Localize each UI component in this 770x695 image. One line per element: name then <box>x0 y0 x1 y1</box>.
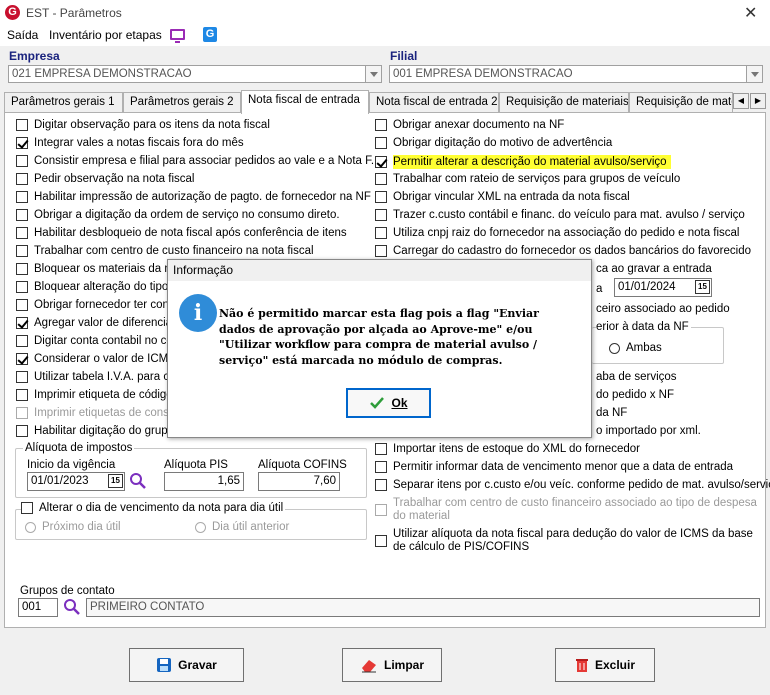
partial-pedido-nf: do pedido x NF <box>596 389 674 401</box>
impostos-title: Alíquota de impostos <box>23 442 135 454</box>
check-obrigar-anexar[interactable]: Obrigar anexar documento na NF <box>375 119 564 131</box>
check-obrigar-os[interactable]: Obrigar a digitação da ordem de serviço … <box>16 209 340 221</box>
check-icon <box>370 397 385 409</box>
window-title: EST - Parâmetros <box>26 6 122 20</box>
check-agregar-valor[interactable]: Agregar valor de diferencial d <box>16 317 184 329</box>
partial-da-nf: da NF <box>596 407 628 419</box>
check-imprimir-etiquetas-consumo: Imprimir etiquetas de consum <box>16 407 185 419</box>
cofins-input[interactable]: 7,60 <box>258 472 340 491</box>
empresa-select[interactable]: 021 EMPRESA DEMONSTRACAO <box>8 65 382 83</box>
check-considerar-icms[interactable]: Considerar o valor de ICMS d <box>16 353 185 365</box>
partial-aba-servicos: aba de serviços <box>596 371 677 383</box>
check-imprimir-etiqueta[interactable]: Imprimir etiqueta de código d <box>16 389 182 401</box>
partial-a: a <box>596 283 603 295</box>
check-bloquear-alteracao[interactable]: Bloquear alteração do tipo de <box>16 281 184 293</box>
check-vincular-xml[interactable]: Obrigar vincular XML na entrada da nota … <box>375 191 630 203</box>
filial-select[interactable]: 001 EMPRESA DEMONSTRACAO <box>389 65 763 83</box>
tab-requisicao-materiais[interactable]: Requisição de materiais <box>499 92 629 113</box>
contato-code-input[interactable]: 001 <box>18 598 58 617</box>
pis-input[interactable]: 1,65 <box>164 472 244 491</box>
calendar-icon[interactable]: 15 <box>695 280 710 294</box>
check-motivo-advertencia[interactable]: Obrigar digitação do motivo de advertênc… <box>375 137 612 149</box>
eraser-icon <box>361 660 376 673</box>
monitor-icon[interactable] <box>170 29 185 43</box>
check-aliquota-icms[interactable]: Utilizar alíquota da nota fiscal para de… <box>375 528 760 554</box>
check-permitir-alterar-descricao[interactable]: Permitir alterar a descrição do material… <box>375 155 671 169</box>
check-pedir-obs[interactable]: Pedir observação na nota fiscal <box>16 173 194 185</box>
cofins-label: Alíquota COFINS <box>258 459 347 471</box>
chevron-down-icon[interactable] <box>746 66 762 82</box>
check-separar-itens[interactable]: Separar itens por c.custo e/ou veíc. con… <box>375 479 770 491</box>
check-cnpj-raiz[interactable]: Utiliza cnpj raiz do fornecedor na assoc… <box>375 227 739 239</box>
check-trazer-ccusto[interactable]: Trazer c.custo contábil e financ. do veí… <box>375 209 745 221</box>
limpar-button[interactable]: Limpar <box>342 648 442 682</box>
menu-inventario[interactable]: Inventário por etapas <box>49 28 162 42</box>
check-rateio-servicos[interactable]: Trabalhar com rateio de serviços para gr… <box>375 173 680 185</box>
empresa-label: Empresa <box>9 49 60 63</box>
check-habilitar-desbloqueio[interactable]: Habilitar desbloqueio de nota fiscal apó… <box>16 227 347 239</box>
ok-button[interactable]: Ok <box>346 388 431 418</box>
partial-importado-xml: o importado por xml. <box>596 425 701 437</box>
radio-ambas[interactable]: Ambas <box>609 342 662 354</box>
partial-anterior-data-nf: erior à data da NF <box>596 321 691 333</box>
radio-proximo-dia-util: Próximo dia útil <box>25 521 121 533</box>
tab-nota-fiscal-entrada[interactable]: Nota fiscal de entrada <box>241 90 369 114</box>
save-icon <box>157 658 172 672</box>
check-bloquear-materiais[interactable]: Bloquear os materiais da nota <box>16 263 187 275</box>
check-consistir-empresa[interactable]: Consistir empresa e filial para associar… <box>16 155 374 167</box>
check-digitar-obs-itens[interactable]: Digitar observação para os itens da nota… <box>16 119 270 131</box>
dialog-message: Não é permitido marcar esta flag pois a … <box>219 307 539 367</box>
gravar-button[interactable]: Gravar <box>129 648 244 682</box>
check-habilitar-impressao[interactable]: Habilitar impressão de autorização de pa… <box>16 191 371 203</box>
g-logo-icon[interactable]: G <box>203 27 217 42</box>
search-icon[interactable] <box>63 598 81 616</box>
check-centro-custo-despesa: Trabalhar com centro de custo financeiro… <box>375 497 760 523</box>
radio-dia-util-anterior: Dia útil anterior <box>195 521 289 533</box>
close-icon[interactable]: ✕ <box>744 3 757 23</box>
check-centro-custo-fin[interactable]: Trabalhar com centro de custo financeiro… <box>16 245 314 257</box>
menu-saida[interactable]: Saída <box>7 28 38 42</box>
check-obrigar-fornecedor[interactable]: Obrigar fornecedor ter contra <box>16 299 182 311</box>
filial-label: Filial <box>390 49 418 63</box>
dialog-title: Informação <box>168 260 591 281</box>
app-logo-icon: G <box>5 5 20 20</box>
tab-parametros-gerais-1[interactable]: Parâmetros gerais 1 <box>4 92 123 113</box>
vigencia-label: Inicio da vigência <box>27 459 116 471</box>
pis-label: Alíquota PIS <box>164 459 228 471</box>
filial-value: 001 EMPRESA DEMONSTRACAO <box>393 68 573 80</box>
chevron-down-icon[interactable] <box>365 66 381 82</box>
calendar-icon[interactable]: 15 <box>108 474 123 488</box>
trash-icon <box>575 659 588 672</box>
tab-requisicao-materiais-2[interactable]: Requisição de materiais <box>629 92 733 113</box>
check-dados-bancarios[interactable]: Carregar do cadastro do fornecedor os da… <box>375 245 751 257</box>
title-bar: G EST - Parâmetros ✕ <box>0 0 770 26</box>
check-habilitar-grupo[interactable]: Habilitar digitação do grupo d <box>16 425 184 437</box>
info-dialog: Informação i Não é permitido marcar esta… <box>167 259 592 438</box>
excluir-button[interactable]: Excluir <box>555 648 655 682</box>
check-vencimento-dia-util[interactable]: Alterar o dia de vencimento da nota para… <box>21 502 286 514</box>
tab-scroll-right-icon[interactable]: ▶ <box>750 93 766 109</box>
check-tabela-iva[interactable]: Utilizar tabela I.V.A. para calc <box>16 371 184 383</box>
info-icon: i <box>179 294 217 332</box>
check-conta-contabil[interactable]: Digitar conta contabil no centr <box>16 335 186 347</box>
check-integrar-vales[interactable]: Integrar vales a notas fiscais fora do m… <box>16 137 244 149</box>
check-importar-itens-xml[interactable]: Importar itens de estoque do XML do forn… <box>375 443 640 455</box>
empresa-value: 021 EMPRESA DEMONSTRACAO <box>12 68 192 80</box>
search-icon[interactable] <box>129 472 147 490</box>
tab-parametros-gerais-2[interactable]: Parâmetros gerais 2 <box>123 92 241 113</box>
check-vencimento-menor[interactable]: Permitir informar data de vencimento men… <box>375 461 733 473</box>
contato-label: Grupos de contato <box>20 585 115 597</box>
tab-scroll-left-icon[interactable]: ◀ <box>733 93 749 109</box>
contato-name-field: PRIMEIRO CONTATO <box>86 598 760 617</box>
partial-financeiro-pedido: ceiro associado ao pedido <box>596 303 730 315</box>
tab-nota-fiscal-entrada-2[interactable]: Nota fiscal de entrada 2 <box>369 92 499 113</box>
partial-gravar-entrada: ca ao gravar a entrada <box>596 263 712 275</box>
